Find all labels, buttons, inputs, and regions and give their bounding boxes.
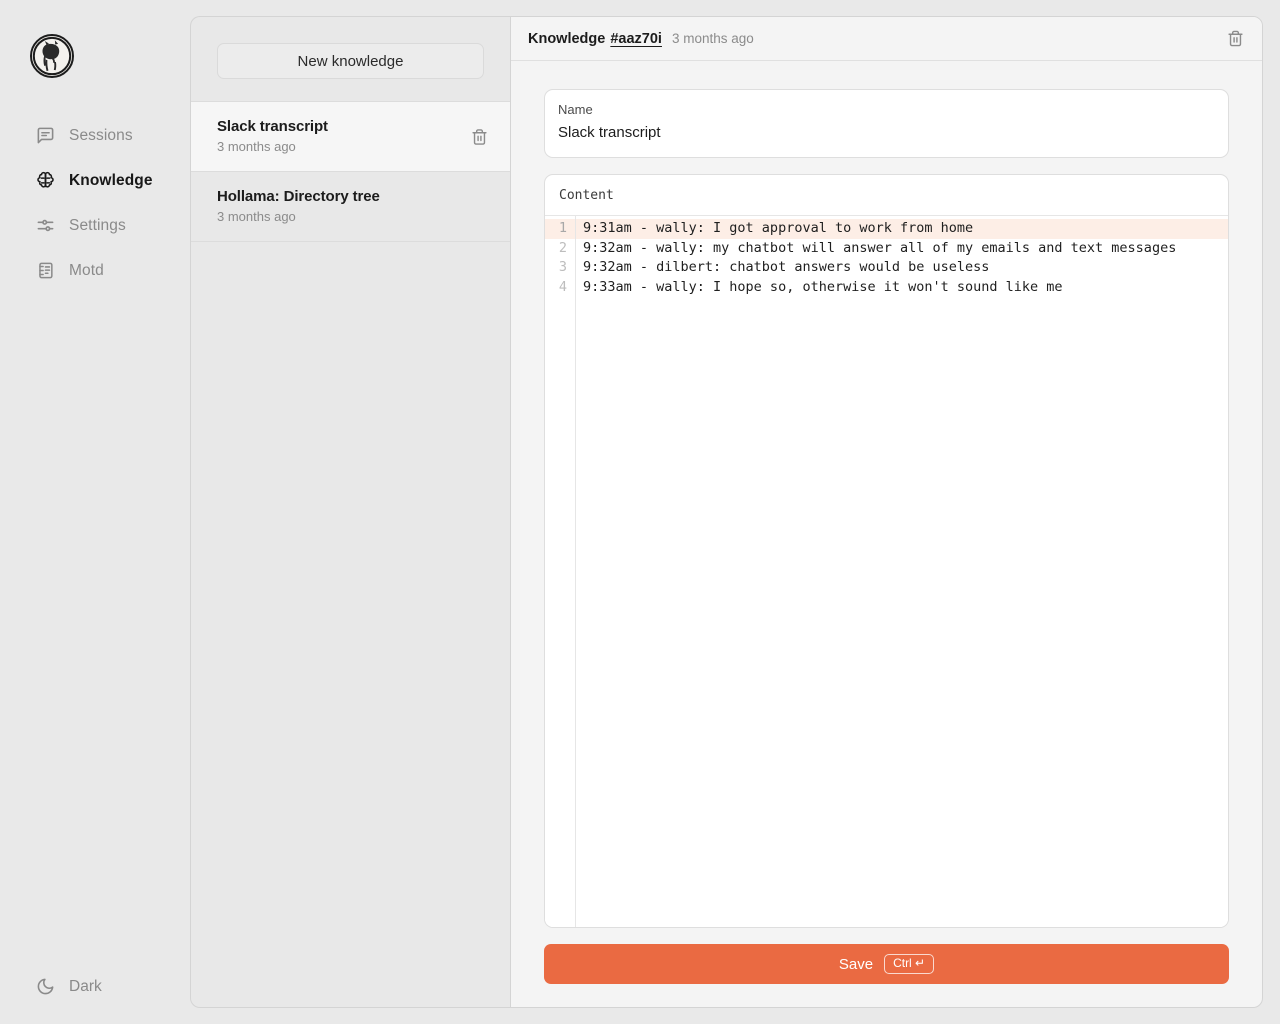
sidebar-item-motd[interactable]: Motd <box>0 255 190 286</box>
code-line: 9:32am - wally: my chatbot will answer a… <box>583 239 1177 256</box>
sidebar-item-sessions[interactable]: Sessions <box>0 120 190 151</box>
sidebar-item-knowledge[interactable]: Knowledge <box>0 165 190 196</box>
code-line: 9:33am - wally: I hope so, otherwise it … <box>583 278 1063 295</box>
list-item[interactable]: Slack transcript 3 months ago <box>191 102 510 172</box>
sidebar-item-label-knowledge: Knowledge <box>69 171 153 189</box>
name-field-card: Name Slack transcript <box>544 89 1229 158</box>
save-button-label: Save <box>838 955 874 973</box>
knowledge-timestamp: 3 months ago <box>671 31 754 46</box>
list-item-name: Hollama: Directory tree <box>217 188 380 205</box>
logo-container <box>0 0 190 78</box>
message-square-icon <box>36 126 55 145</box>
code-line: 9:31am - wally: I got approval to work f… <box>576 219 1228 239</box>
line-number: 2 <box>558 239 567 256</box>
knowledge-detail-panel: Knowledge #aaz70i 3 months ago Name Slac… <box>510 16 1263 1008</box>
knowledge-id-link[interactable]: #aaz70i <box>610 31 662 47</box>
list-item[interactable]: Hollama: Directory tree 3 months ago <box>191 172 510 242</box>
sidebar-nav-list: Sessions Knowledge Settings Motd <box>0 120 190 286</box>
new-knowledge-button[interactable]: New knowledge <box>217 43 484 79</box>
trash-icon[interactable] <box>1227 30 1244 47</box>
content-field-card: Content 1 2 3 4 9:31am - wally: I got ap… <box>544 174 1229 928</box>
knowledge-list-panel: New knowledge Slack transcript 3 months … <box>190 16 510 1008</box>
new-knowledge-label: New knowledge <box>297 52 404 70</box>
new-knowledge-container: New knowledge <box>191 17 510 101</box>
hollama-llama-logo <box>30 34 74 78</box>
moon-icon <box>36 977 55 996</box>
list-item-date: 3 months ago <box>217 139 296 154</box>
line-number: 4 <box>558 278 567 295</box>
brain-icon <box>36 171 55 190</box>
code-line: 9:32am - dilbert: chatbot answers would … <box>583 259 990 276</box>
page-title: Knowledge <box>528 30 606 47</box>
name-field-label: Name <box>558 102 593 117</box>
save-shortcut-badge: Ctrl ↵ <box>884 953 935 975</box>
list-item-date: 3 months ago <box>217 209 296 224</box>
app-root: Sessions Knowledge Settings Motd Dark Ne… <box>0 0 1280 1024</box>
notebook-icon <box>36 261 55 280</box>
sidebar-item-settings[interactable]: Settings <box>0 210 190 241</box>
sliders-icon <box>36 216 55 235</box>
sidebar-item-label-motd: Motd <box>69 261 104 279</box>
save-button[interactable]: Save Ctrl ↵ <box>544 944 1229 984</box>
knowledge-list: Slack transcript 3 months ago Hollama: D… <box>191 101 510 242</box>
content-editor[interactable]: 1 2 3 4 9:31am - wally: I got approval t… <box>545 216 1228 927</box>
editor-code-area[interactable]: 9:31am - wally: I got approval to work f… <box>576 216 1228 927</box>
name-input[interactable]: Slack transcript <box>558 124 1215 143</box>
sidebar-item-label-sessions: Sessions <box>69 126 133 144</box>
list-item-name: Slack transcript <box>217 118 328 135</box>
trash-icon[interactable] <box>471 128 488 145</box>
sidebar-item-label-settings: Settings <box>69 216 126 234</box>
theme-toggle-label: Dark <box>69 977 102 995</box>
line-number: 1 <box>545 219 575 239</box>
detail-header: Knowledge #aaz70i 3 months ago <box>511 17 1262 61</box>
content-field-label: Content <box>545 175 1228 216</box>
save-button-container: Save Ctrl ↵ <box>511 928 1262 1007</box>
line-number: 3 <box>558 259 567 276</box>
detail-body: Name Slack transcript Content 1 2 3 4 9:… <box>511 61 1262 928</box>
editor-gutter: 1 2 3 4 <box>545 216 576 927</box>
sidebar: Sessions Knowledge Settings Motd Dark <box>0 0 190 1024</box>
theme-toggle-dark[interactable]: Dark <box>0 971 102 1002</box>
